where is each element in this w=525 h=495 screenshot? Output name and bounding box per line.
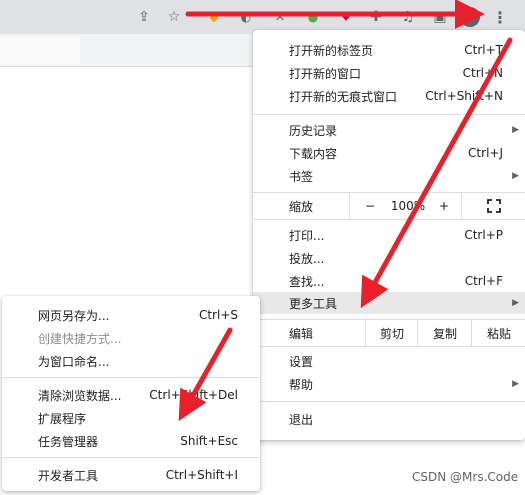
extension-icon[interactable]: ◆: [204, 7, 224, 27]
menu-item-new-tab[interactable]: 打开新的标签页 Ctrl+T: [253, 39, 525, 61]
menu-item-label: 扩展程序: [38, 411, 87, 426]
menu-item-cast[interactable]: 投放...: [253, 247, 525, 269]
menu-item-label: 打开新的无痕式窗口: [289, 89, 398, 104]
menu-item-new-incognito[interactable]: 打开新的无痕式窗口 Ctrl+Shift+N: [253, 85, 525, 107]
menu-item-bookmarks[interactable]: 书签 ▶: [253, 165, 525, 187]
menu-item-new-window[interactable]: 打开新的窗口 Ctrl+N: [253, 62, 525, 84]
menu-item-shortcut: Shift+Esc: [180, 434, 238, 448]
browser-toolbar: ⇪ ☆ ◆ ◐ ✕ ● ♥ ✚ ♫ ▣ ⋮: [0, 0, 525, 34]
menu-item-label: 下载内容: [289, 146, 338, 161]
chevron-right-icon: ▶: [512, 171, 519, 181]
menu-item-label: 创建快捷方式...: [38, 331, 122, 346]
submenu-item-save-page[interactable]: 网页另存为... Ctrl+S: [2, 304, 260, 326]
edit-label: 编辑: [289, 326, 314, 341]
submenu-item-task-manager[interactable]: 任务管理器 Shift+Esc: [2, 430, 260, 452]
menu-item-label: 查找...: [289, 274, 325, 289]
menu-item-label: 打印...: [289, 228, 325, 243]
watermark: CSDN @Mrs.Code: [412, 470, 519, 484]
menu-item-find[interactable]: 查找... Ctrl+F: [253, 270, 525, 292]
menu-item-shortcut: Ctrl+F: [464, 274, 503, 288]
menu-item-label: 任务管理器: [38, 434, 99, 449]
zoom-level: 100%: [390, 199, 426, 213]
extension-icon[interactable]: ◐: [236, 7, 256, 27]
menu-item-settings[interactable]: 设置: [253, 350, 525, 372]
media-icon[interactable]: ♫: [398, 7, 418, 27]
submenu-item-name-window[interactable]: 为窗口命名...: [2, 350, 260, 372]
menu-item-more-tools[interactable]: 更多工具 ▶: [253, 292, 525, 314]
chevron-right-icon: ▶: [512, 379, 519, 389]
profile-avatar[interactable]: [460, 7, 480, 27]
puzzle-icon[interactable]: ✚: [366, 7, 386, 27]
menu-item-shortcut: Ctrl+Shift+N: [425, 89, 503, 103]
menu-item-shortcut: Ctrl+Shift+I: [165, 468, 238, 482]
extension-icon[interactable]: ✕: [270, 7, 290, 27]
kebab-menu-icon[interactable]: ⋮: [490, 7, 510, 27]
menu-item-exit[interactable]: 退出: [253, 408, 525, 430]
cut-button[interactable]: 剪切: [365, 320, 418, 346]
share-icon[interactable]: ⇪: [134, 7, 154, 27]
menu-item-shortcut: Ctrl+S: [198, 308, 238, 322]
menu-item-shortcut: Ctrl+Shift+Del: [149, 388, 238, 402]
edit-row: 编辑 剪切 复制 粘贴: [253, 319, 525, 347]
menu-item-label: 网页另存为...: [38, 308, 110, 323]
menu-separator: [253, 401, 525, 402]
fullscreen-button[interactable]: [461, 193, 525, 219]
menu-item-history[interactable]: 历史记录 ▶: [253, 119, 525, 141]
menu-item-label: 帮助: [289, 377, 314, 392]
zoom-row: 缩放 − 100% +: [253, 192, 525, 220]
menu-item-downloads[interactable]: 下载内容 Ctrl+J: [253, 142, 525, 164]
extension-icon[interactable]: ●: [303, 7, 323, 27]
menu-item-label: 书签: [289, 169, 314, 184]
chevron-right-icon: ▶: [512, 125, 519, 135]
menu-item-label: 清除浏览数据...: [38, 388, 122, 403]
menu-item-shortcut: Ctrl+N: [462, 66, 503, 80]
extension-icon[interactable]: ♥: [336, 7, 356, 27]
submenu-item-create-shortcut[interactable]: 创建快捷方式...: [2, 327, 260, 349]
zoom-label: 缩放: [289, 199, 314, 214]
menu-item-label: 历史记录: [289, 123, 338, 138]
menu-separator: [2, 377, 260, 378]
bookmark-star-icon[interactable]: ☆: [164, 7, 184, 27]
menu-item-shortcut: Ctrl+J: [468, 146, 503, 160]
submenu-item-extensions[interactable]: 扩展程序: [2, 407, 260, 429]
submenu-item-devtools[interactable]: 开发者工具 Ctrl+Shift+I: [2, 464, 260, 486]
chrome-main-menu: 打开新的标签页 Ctrl+T 打开新的窗口 Ctrl+N 打开新的无痕式窗口 C…: [253, 30, 525, 440]
paste-button[interactable]: 粘贴: [471, 320, 525, 346]
menu-item-print[interactable]: 打印... Ctrl+P: [253, 224, 525, 246]
menu-item-label: 打开新的标签页: [289, 43, 374, 58]
fullscreen-icon: [487, 199, 501, 213]
menu-item-help[interactable]: 帮助 ▶: [253, 373, 525, 395]
menu-separator: [2, 457, 260, 458]
chevron-right-icon: ▶: [512, 298, 519, 308]
zoom-in-button[interactable]: +: [427, 193, 461, 219]
more-tools-submenu: 网页另存为... Ctrl+S 创建快捷方式... 为窗口命名... 清除浏览数…: [2, 296, 260, 491]
menu-item-label: 开发者工具: [38, 468, 99, 483]
menu-item-shortcut: Ctrl+P: [464, 228, 503, 242]
menu-item-label: 更多工具: [289, 296, 338, 311]
submenu-item-clear-data[interactable]: 清除浏览数据... Ctrl+Shift+Del: [2, 384, 260, 406]
menu-item-label: 打开新的窗口: [289, 66, 362, 81]
copy-button[interactable]: 复制: [417, 320, 472, 346]
menu-separator: [253, 114, 525, 115]
side-panel-icon[interactable]: ▣: [430, 7, 450, 27]
menu-item-label: 退出: [289, 412, 314, 427]
menu-item-shortcut: Ctrl+T: [464, 43, 503, 57]
zoom-out-button[interactable]: −: [349, 193, 390, 219]
menu-item-label: 投放...: [289, 251, 325, 266]
menu-item-label: 设置: [289, 354, 314, 369]
menu-item-label: 为窗口命名...: [38, 354, 110, 369]
omnibox-area: [0, 36, 80, 64]
